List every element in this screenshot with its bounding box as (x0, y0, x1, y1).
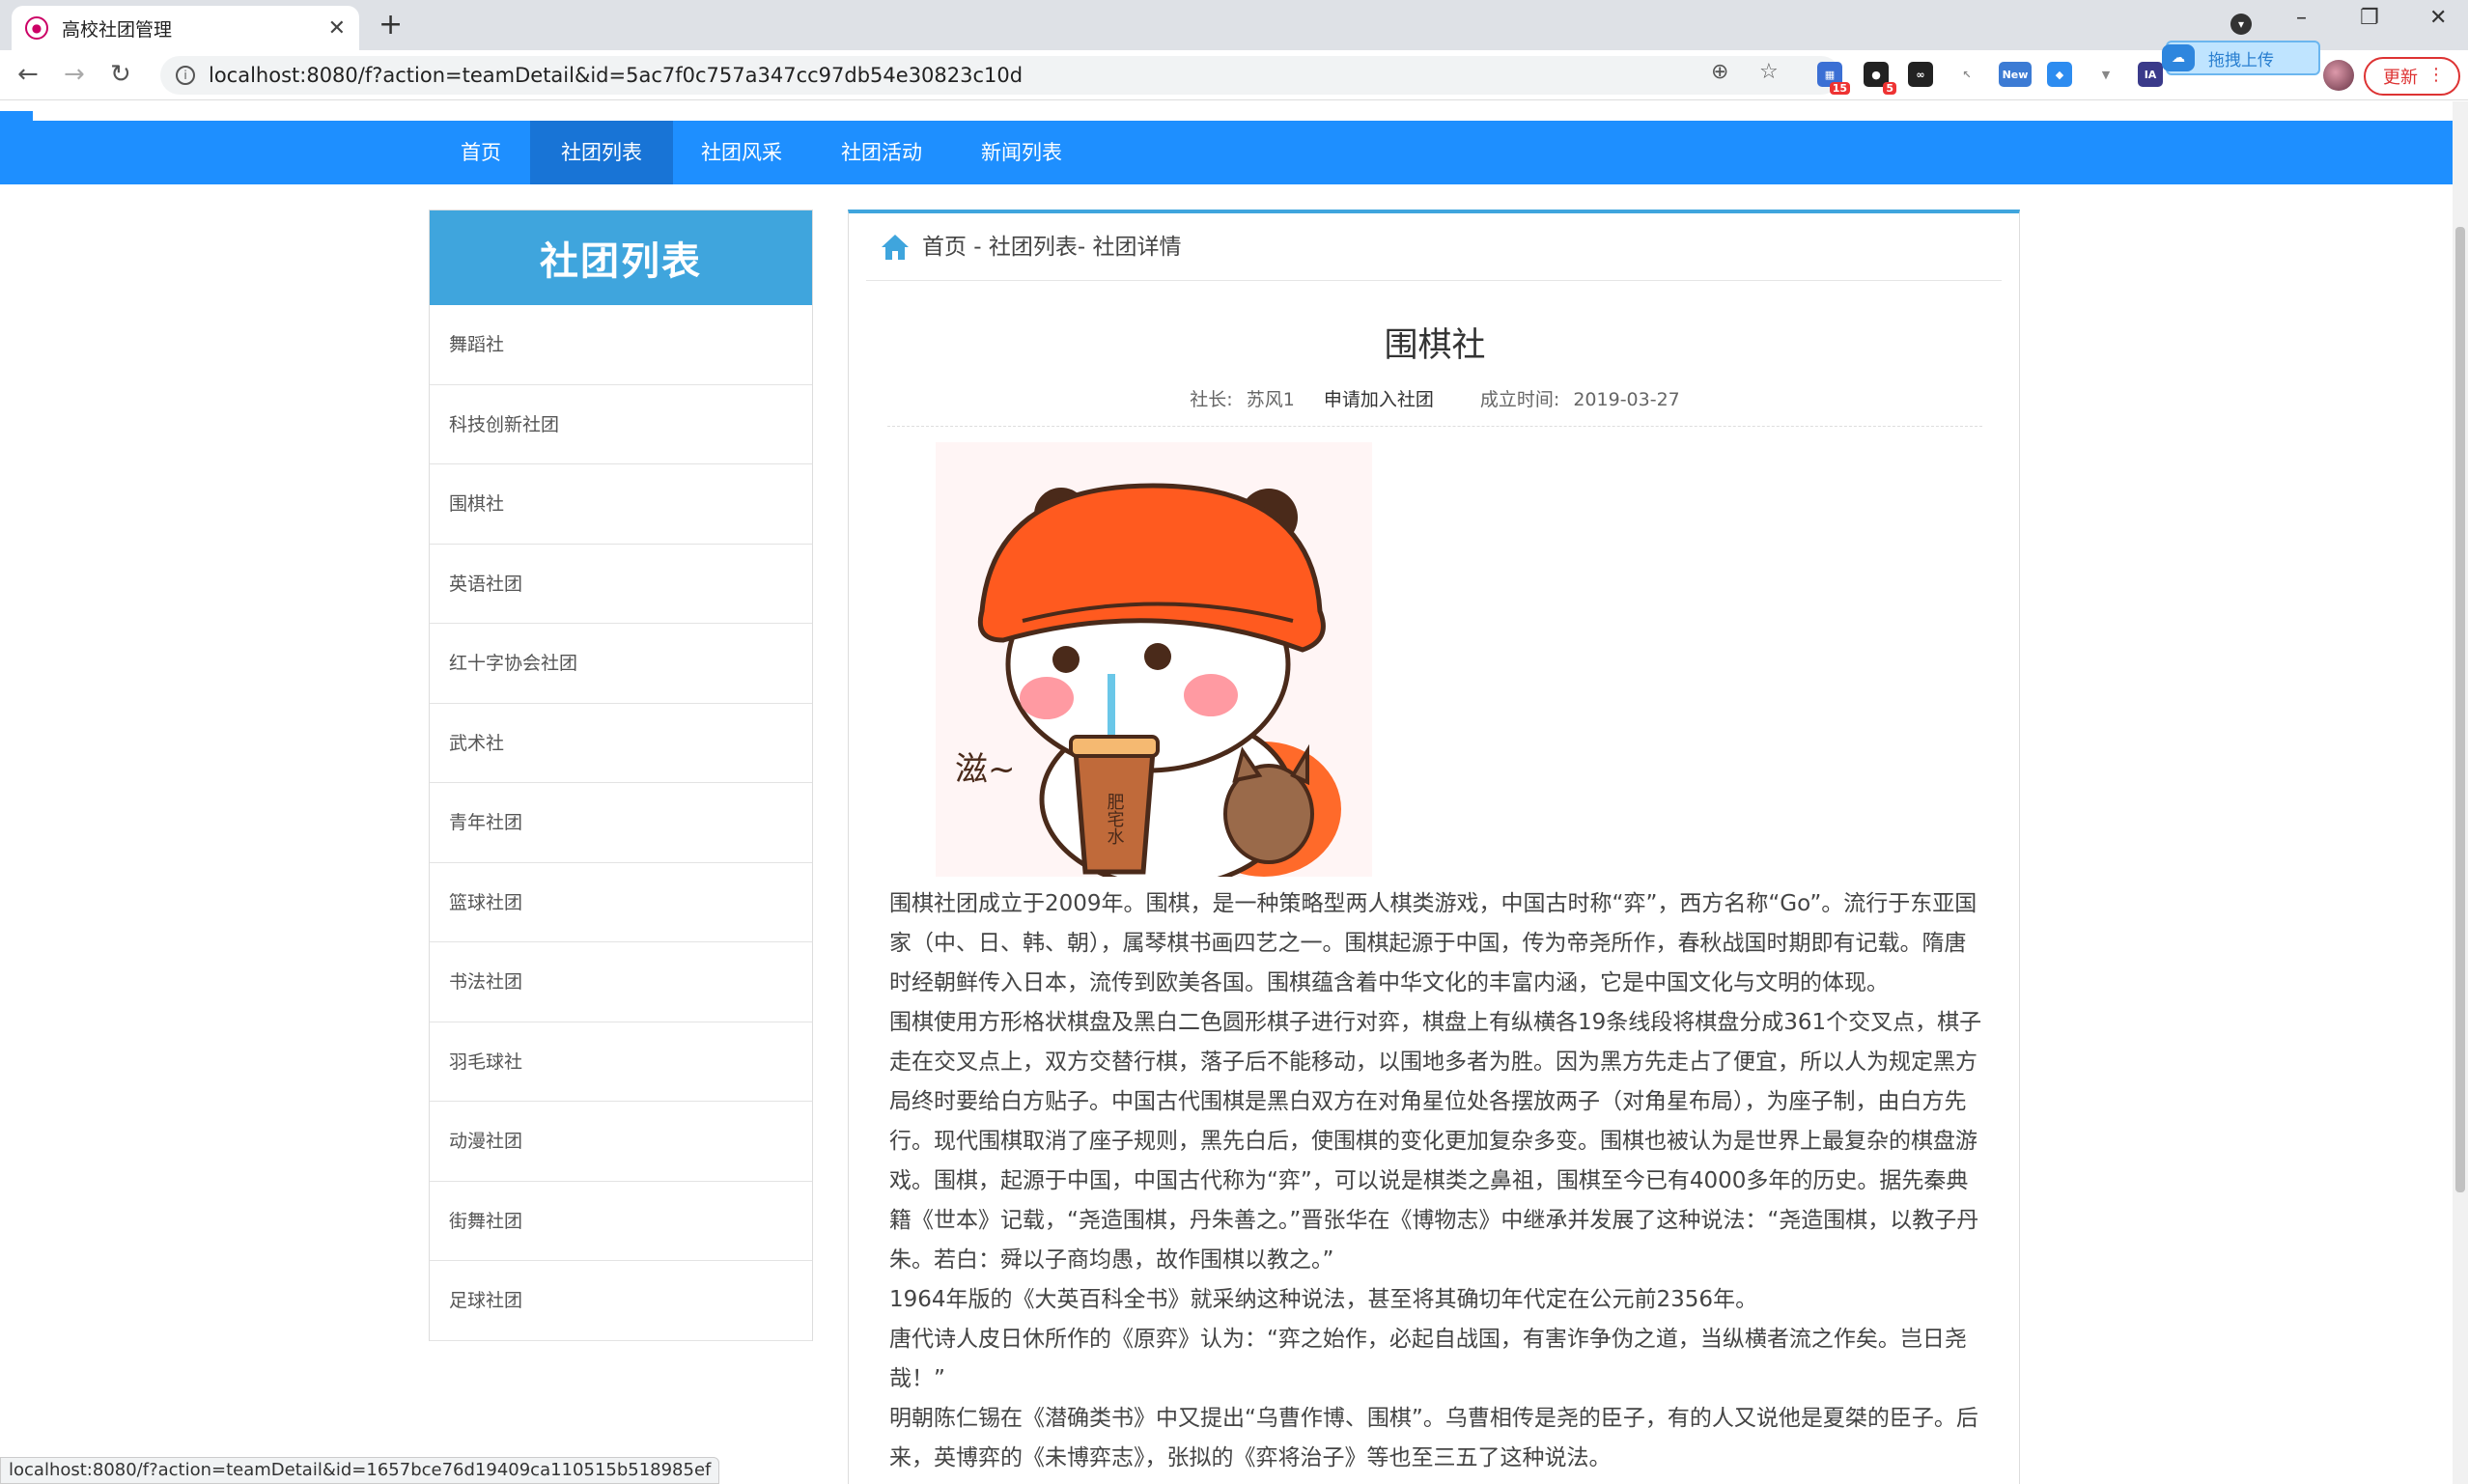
sidebar-item[interactable]: 红十字协会社团 (430, 624, 812, 704)
club-title: 围棋社 (1384, 326, 1486, 365)
extension-badge: 15 (1829, 82, 1850, 95)
nav-item-club-showcase[interactable]: 社团风采 (670, 121, 813, 184)
bookmark-star-icon[interactable]: ☆ (1759, 60, 1779, 84)
new-tab-icon[interactable]: + (379, 8, 403, 42)
main-nav: 首页 社团列表 社团风采 社团活动 新闻列表 (0, 121, 2453, 184)
leader-name: 苏风1 (1246, 389, 1295, 410)
close-tab-icon[interactable]: ✕ (328, 16, 346, 41)
divider (887, 426, 1982, 427)
sidebar-item[interactable]: 篮球社团 (430, 863, 812, 942)
extension-icon[interactable]: IA (2138, 62, 2163, 87)
minimize-icon[interactable]: – (2296, 6, 2307, 30)
extension-icon[interactable]: ▼ (2093, 62, 2118, 87)
leader-label: 社长: (1190, 389, 1233, 410)
restore-icon[interactable]: ❐ (2360, 6, 2379, 30)
site-favicon-icon: ● (25, 16, 48, 40)
extension-badge: 5 (1883, 82, 1896, 95)
paragraph: 1964年版的《大英百科全书》就采纳这种说法，甚至将其确切年代定在公元前2356… (889, 1287, 1758, 1312)
nav-item-news-list[interactable]: 新闻列表 (950, 121, 1093, 184)
nav-item-club-list[interactable]: 社团列表 (530, 121, 673, 184)
extension-icon[interactable]: New (1999, 62, 2032, 87)
club-description: 围棋社团成立于2009年。围棋，是一种策略型两人棋类游戏，中国古时称“弈”，西方… (889, 884, 1986, 1478)
panda-sticker-icon: 肥宅水 滋~ (936, 442, 1372, 877)
sidebar-item[interactable]: 围棋社 (430, 464, 812, 545)
paragraph: 唐代诗人皮日休所作的《原弈》认为：“弈之始作，必起自战国，有害诈争伪之道，当纵横… (889, 1327, 1967, 1391)
club-detail-panel: 首页 - 社团列表- 社团详情 围棋社 社长: 苏风1 申请加入社团 成立时间:… (848, 210, 2020, 1484)
founded-date: 2019-03-27 (1573, 389, 1680, 410)
scrollbar-thumb[interactable] (2455, 227, 2465, 1192)
cloud-upload-icon: ☁ (2162, 44, 2195, 71)
sidebar-item[interactable]: 书法社团 (430, 942, 812, 1022)
extension-icon[interactable]: ◆ (2047, 62, 2072, 87)
sidebar-item[interactable]: 羽毛球社 (430, 1022, 812, 1102)
extension-icon[interactable]: ∞ (1908, 62, 1933, 87)
cup-label: 肥宅水 (1105, 793, 1125, 845)
address-bar[interactable]: i localhost:8080/f?action=teamDetail&id=… (160, 56, 1840, 95)
status-bar: localhost:8080/f?action=teamDetail&id=16… (0, 1457, 720, 1484)
nav-item-club-activities[interactable]: 社团活动 (810, 121, 953, 184)
sidebar-title: 社团列表 (430, 210, 812, 305)
sticker-text: 滋~ (955, 750, 1016, 789)
sidebar-item[interactable]: 动漫社团 (430, 1102, 812, 1182)
paragraph: 围棋使用方形格状棋盘及黑白二色圆形棋子进行对弈，棋盘上有纵横各19条线段将棋盘分… (889, 1010, 1982, 1273)
sidebar-item[interactable]: 舞蹈社 (430, 305, 812, 385)
update-label: 更新 (2383, 68, 2418, 88)
join-club-link[interactable]: 申请加入社团 (1324, 389, 1434, 410)
club-meta: 社长: 苏风1 申请加入社团 成立时间: 2019-03-27 (849, 385, 2021, 411)
profile-avatar[interactable] (2323, 60, 2354, 91)
sidebar-item[interactable]: 英语社团 (430, 545, 812, 624)
tab-search-icon[interactable]: ▾ (2230, 14, 2252, 35)
club-image: 肥宅水 滋~ (936, 442, 1372, 877)
paragraph: 围棋社团成立于2009年。围棋，是一种策略型两人棋类游戏，中国古时称“弈”，西方… (889, 891, 1977, 995)
menu-dots-icon: ⋮ (2427, 65, 2445, 85)
nav-item-home[interactable]: 首页 (430, 121, 532, 184)
extension-icon[interactable]: ▦ 15 (1817, 62, 1850, 95)
home-icon (882, 235, 909, 260)
tab-title: 高校社团管理 (62, 18, 173, 41)
forward-icon[interactable]: → (64, 60, 85, 89)
url-text: localhost:8080/f?action=teamDetail&id=5a… (209, 64, 1024, 87)
browser-tabstrip: ● 高校社团管理 ✕ + ▾ – ❐ ✕ (0, 0, 2468, 50)
window-close-icon[interactable]: ✕ (2429, 6, 2447, 30)
new-label: New (2002, 68, 2029, 81)
sidebar-item[interactable]: 武术社 (430, 704, 812, 783)
back-icon[interactable]: ← (17, 60, 39, 89)
breadcrumb: 首页 - 社团列表- 社团详情 (866, 233, 2002, 281)
reload-icon[interactable]: ↻ (110, 60, 131, 89)
zoom-icon[interactable]: ⊕ (1711, 60, 1728, 84)
update-button[interactable]: 更新 ⋮ (2364, 57, 2460, 96)
upload-label: 拖拽上传 (2208, 50, 2274, 70)
extension-icon[interactable]: ● 5 (1864, 62, 1896, 95)
upload-widget[interactable]: ☁ 拖拽上传 (2162, 41, 2320, 75)
sidebar-item[interactable]: 青年社团 (430, 783, 812, 863)
sidebar-item[interactable]: 足球社团 (430, 1261, 812, 1341)
browser-tab[interactable]: ● 高校社团管理 ✕ (12, 6, 359, 50)
founded-label: 成立时间: (1479, 389, 1560, 410)
extension-icon[interactable]: ↖ (1954, 62, 1979, 87)
web-page: 首页 社团列表 社团风采 社团活动 新闻列表 社团列表 舞蹈社 科技创新社团 围… (0, 101, 2453, 1484)
page-scrollbar[interactable] (2453, 101, 2468, 1484)
sidebar-item[interactable]: 街舞社团 (430, 1182, 812, 1261)
sidebar-item[interactable]: 科技创新社团 (430, 385, 812, 464)
paragraph: 明朝陈仁锡在《潜确类书》中又提出“乌曹作博、围棋”。乌曹相传是尧的臣子，有的人又… (889, 1406, 1978, 1470)
club-sidebar: 社团列表 舞蹈社 科技创新社团 围棋社 英语社团 红十字协会社团 武术社 青年社… (429, 210, 813, 1341)
site-info-icon[interactable]: i (176, 66, 195, 85)
breadcrumb-text: 首页 - 社团列表- 社团详情 (922, 235, 1182, 260)
